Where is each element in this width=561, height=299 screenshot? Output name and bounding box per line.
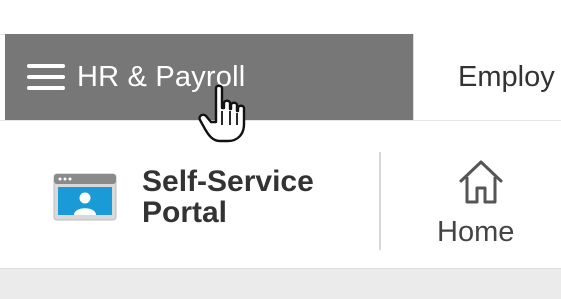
portal-title-line1: Self-Service bbox=[142, 165, 314, 198]
app-frame: HR & Payroll Employ Self-Service Portal … bbox=[0, 0, 561, 299]
portal-id-card-icon bbox=[53, 173, 117, 221]
employ-tab[interactable]: Employ bbox=[413, 34, 561, 120]
top-strip bbox=[0, 0, 561, 35]
portal-title-line2: Portal bbox=[142, 196, 228, 229]
home-icon[interactable] bbox=[457, 157, 505, 207]
employ-tab-label: Employ bbox=[458, 60, 555, 93]
header-divider bbox=[379, 152, 381, 250]
hand-pointer-cursor bbox=[198, 84, 246, 143]
home-label[interactable]: Home bbox=[437, 216, 514, 249]
hamburger-icon[interactable] bbox=[27, 61, 65, 93]
content-band bbox=[0, 268, 561, 299]
portal-title[interactable]: Self-Service Portal bbox=[142, 166, 314, 228]
